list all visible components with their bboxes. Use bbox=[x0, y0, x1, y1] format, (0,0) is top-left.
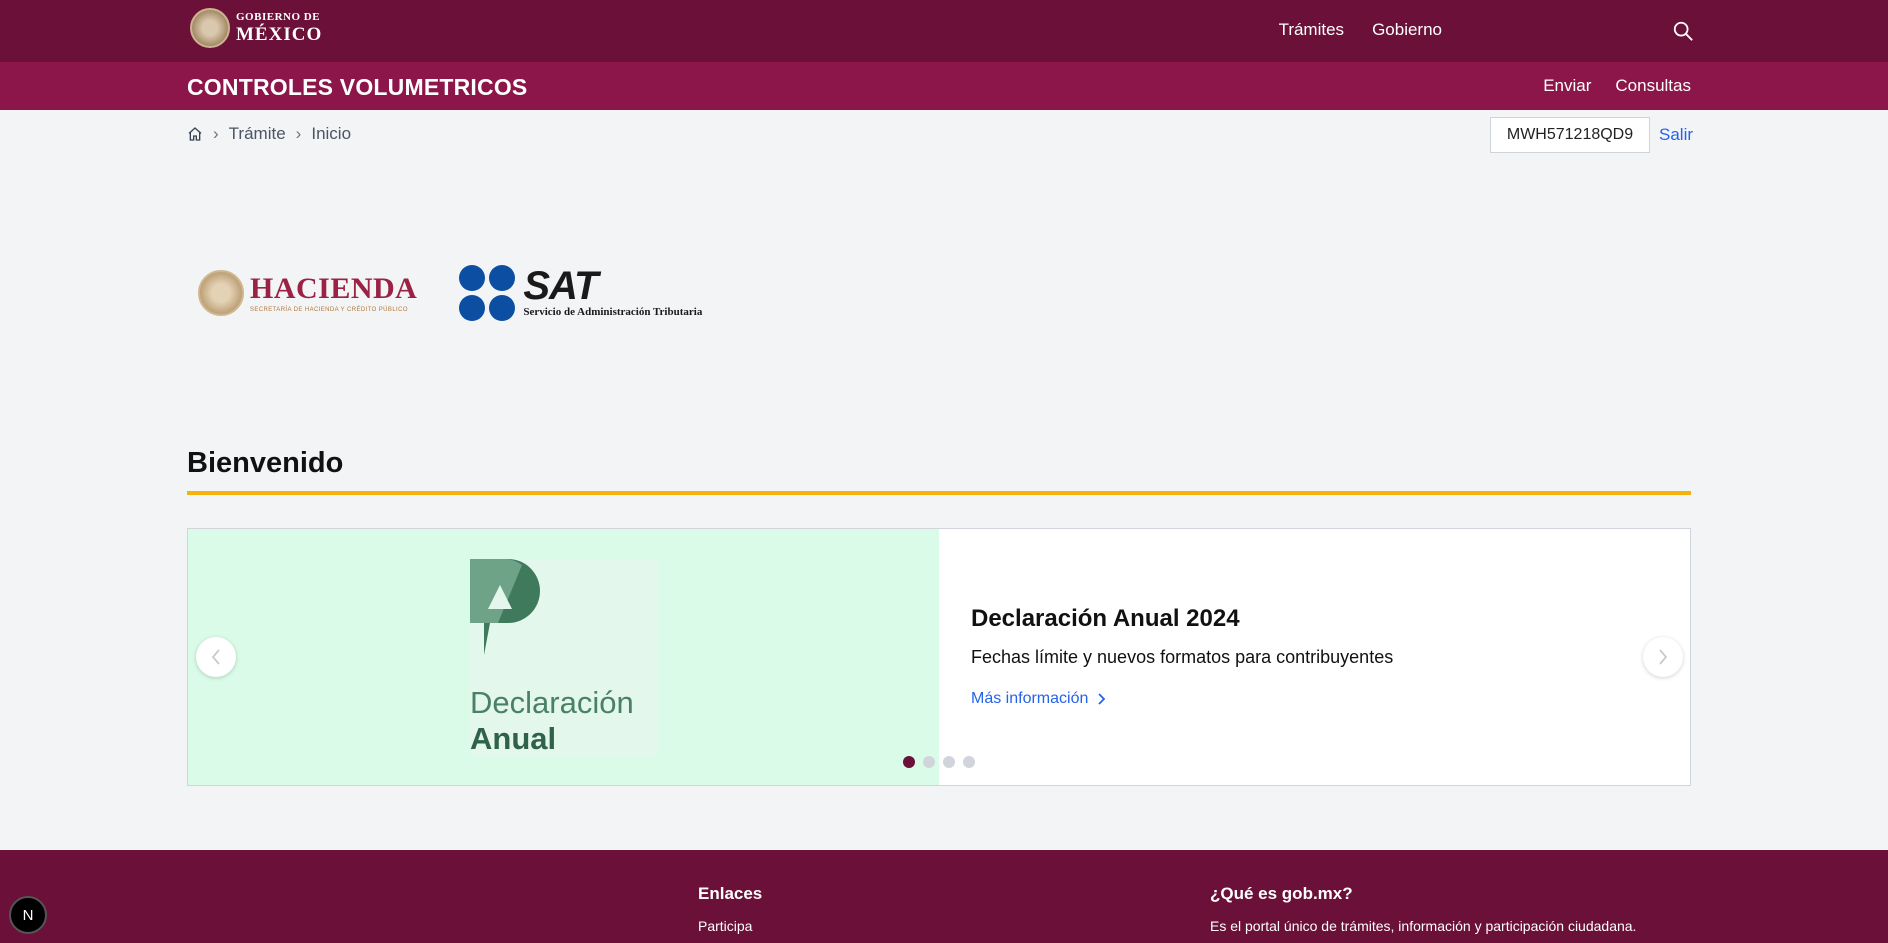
footer-about-text: Es el portal único de trámites, informac… bbox=[1210, 918, 1637, 934]
carousel-prev-button[interactable] bbox=[196, 637, 236, 677]
slide-title: Declaración Anual 2024 bbox=[971, 605, 1240, 632]
app-nav: Enviar Consultas bbox=[1543, 76, 1691, 96]
slide-image: Declaración Anual bbox=[188, 529, 939, 785]
carousel-dot-3[interactable] bbox=[943, 756, 955, 768]
slide-image-text-line1: Declaración bbox=[470, 685, 634, 720]
chevron-right-icon bbox=[1659, 649, 1668, 665]
search-icon[interactable] bbox=[1672, 20, 1694, 42]
footer-link-participa[interactable]: Participa bbox=[698, 918, 752, 934]
welcome-title: Bienvenido bbox=[187, 447, 344, 479]
logout-link[interactable]: Salir bbox=[1659, 125, 1693, 145]
carousel-dot-2[interactable] bbox=[923, 756, 935, 768]
footer: Enlaces Participa ¿Qué es gob.mx? Es el … bbox=[0, 850, 1888, 943]
gov-logo-line1: GOBIERNO DE bbox=[236, 11, 321, 23]
footer-about-column: ¿Qué es gob.mx? Es el portal único de tr… bbox=[1210, 884, 1636, 934]
breadcrumb: › Trámite › Inicio bbox=[187, 124, 351, 144]
more-info-link[interactable]: Más información bbox=[971, 690, 1106, 708]
top-nav: Trámites Gobierno bbox=[1279, 20, 1442, 40]
coat-of-arms-icon bbox=[190, 8, 230, 48]
gov-logo-line2: MÉXICO bbox=[236, 24, 323, 45]
hacienda-logo: HACIENDA SECRETARÍA DE HACIENDA Y CRÉDIT… bbox=[198, 270, 417, 316]
footer-links-column: Enlaces Participa bbox=[698, 884, 762, 934]
sat-logo: SAT Servicio de Administración Tributari… bbox=[459, 265, 702, 321]
app-title: CONTROLES VOLUMETRICOS bbox=[187, 74, 528, 100]
sat-subtitle: Servicio de Administración Tributaria bbox=[523, 306, 703, 318]
institution-logos: HACIENDA SECRETARÍA DE HACIENDA Y CRÉDIT… bbox=[198, 265, 702, 321]
sat-dots-icon bbox=[459, 265, 516, 321]
carousel-dot-1[interactable] bbox=[903, 756, 915, 768]
chevron-right-icon bbox=[1098, 693, 1106, 705]
declaracion-mark-icon bbox=[470, 559, 540, 655]
hacienda-seal-icon bbox=[198, 270, 244, 316]
rfc-display: MWH571218QD9 bbox=[1490, 117, 1650, 153]
carousel-indicators bbox=[903, 756, 975, 768]
home-icon[interactable] bbox=[187, 126, 203, 142]
news-carousel: Declaración Anual Declaración Anual 2024… bbox=[187, 528, 1691, 786]
welcome-divider bbox=[187, 491, 1691, 495]
hacienda-name: HACIENDA bbox=[250, 271, 418, 305]
breadcrumb-inicio[interactable]: Inicio bbox=[311, 124, 351, 144]
top-bar: GOBIERNO DE MÉXICO Trámites Gobierno bbox=[0, 0, 1888, 62]
breadcrumb-separator: › bbox=[295, 124, 302, 143]
footer-about-title: ¿Qué es gob.mx? bbox=[1210, 884, 1353, 903]
declaracion-anual-logo: Declaración Anual bbox=[470, 559, 658, 756]
sat-name: SAT bbox=[523, 264, 598, 308]
slide-image-text-line2: Anual bbox=[470, 721, 557, 756]
nav-enviar[interactable]: Enviar bbox=[1543, 76, 1591, 96]
app-header: CONTROLES VOLUMETRICOS Enviar Consultas bbox=[0, 62, 1888, 110]
slide-description: Fechas límite y nuevos formatos para con… bbox=[971, 647, 1394, 667]
nav-gobierno[interactable]: Gobierno bbox=[1372, 20, 1442, 40]
carousel-next-button[interactable] bbox=[1643, 637, 1683, 677]
breadcrumb-separator: › bbox=[213, 124, 219, 143]
more-info-label: Más información bbox=[971, 690, 1089, 707]
chevron-left-icon bbox=[211, 649, 220, 665]
hacienda-subtitle: SECRETARÍA DE HACIENDA Y CRÉDITO PÚBLICO bbox=[250, 306, 408, 313]
breadcrumb-tramite[interactable]: Trámite bbox=[229, 124, 286, 144]
footer-links-title: Enlaces bbox=[698, 884, 763, 903]
nav-consultas[interactable]: Consultas bbox=[1615, 76, 1691, 96]
carousel-dot-4[interactable] bbox=[963, 756, 975, 768]
gobierno-mexico-logo[interactable]: GOBIERNO DE MÉXICO bbox=[190, 8, 322, 48]
nav-tramites[interactable]: Trámites bbox=[1279, 20, 1345, 40]
dev-tools-badge[interactable]: N bbox=[9, 896, 47, 934]
